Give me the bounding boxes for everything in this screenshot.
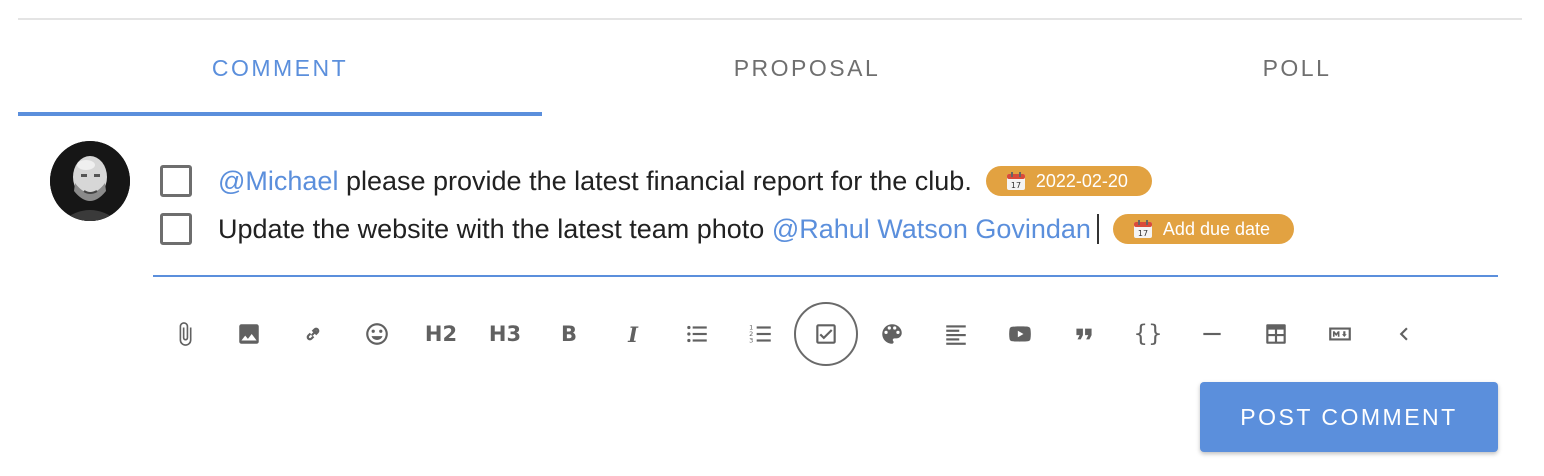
calendar-icon: 17 <box>1133 220 1152 238</box>
youtube-icon[interactable] <box>988 302 1052 366</box>
numbered-list-icon[interactable]: 123 <box>729 302 793 366</box>
calendar-icon: 17 <box>1006 172 1025 190</box>
code-block-button[interactable]: {} <box>1116 302 1180 366</box>
editor-underline <box>153 275 1498 277</box>
top-divider <box>18 18 1522 20</box>
heading3-label: H3 <box>488 322 522 346</box>
add-due-date-chip[interactable]: 17 Add due date <box>1112 214 1295 244</box>
task-item-1: @Michael please provide the latest finan… <box>160 161 1152 201</box>
active-tab-indicator <box>18 112 542 116</box>
tab-poll[interactable]: POLL <box>1072 22 1522 114</box>
link-icon[interactable] <box>281 302 345 366</box>
tab-bar: COMMENT PROPOSAL POLL <box>18 22 1522 118</box>
code-block-label: {} <box>1133 321 1163 347</box>
svg-text:3: 3 <box>749 337 753 345</box>
task-item-2: Update the website with the latest team … <box>160 209 1295 249</box>
tab-comment[interactable]: COMMENT <box>18 22 542 114</box>
color-palette-icon[interactable] <box>860 302 924 366</box>
add-due-date-label: Add due date <box>1162 218 1271 239</box>
svg-text:17: 17 <box>1138 229 1148 238</box>
text-cursor <box>1096 214 1099 244</box>
tab-proposal[interactable]: PROPOSAL <box>542 22 1072 114</box>
horizontal-rule-icon[interactable] <box>1180 302 1244 366</box>
heading2-label: H2 <box>424 322 458 346</box>
attach-icon[interactable] <box>153 302 217 366</box>
heading2-button[interactable]: H2 <box>409 302 473 366</box>
task-list-icon[interactable] <box>794 302 858 366</box>
due-date-chip[interactable]: 17 2022-02-20 <box>985 166 1152 196</box>
svg-text:17: 17 <box>1011 181 1021 190</box>
task-text-2: Update the website with the latest team … <box>218 213 772 244</box>
table-icon[interactable] <box>1244 302 1308 366</box>
post-comment-button[interactable]: POST COMMENT <box>1200 382 1498 452</box>
avatar <box>50 141 130 221</box>
collapse-icon[interactable] <box>1372 302 1436 366</box>
bold-button[interactable]: B <box>537 302 601 366</box>
emoji-icon[interactable] <box>345 302 409 366</box>
markdown-icon[interactable] <box>1308 302 1372 366</box>
task-text-1: please provide the latest financial repo… <box>338 165 972 196</box>
editor-toolbar: H2 H3 B I 123 {} <box>153 302 1443 366</box>
task-checkbox-2[interactable] <box>160 213 192 245</box>
quote-icon[interactable] <box>1052 302 1116 366</box>
image-icon[interactable] <box>217 302 281 366</box>
bold-label: B <box>560 322 577 346</box>
task-checkbox-1[interactable] <box>160 165 192 197</box>
italic-button[interactable]: I <box>601 302 665 366</box>
due-date-label: 2022-02-20 <box>1035 170 1128 191</box>
bullet-list-icon[interactable] <box>665 302 729 366</box>
align-icon[interactable] <box>924 302 988 366</box>
heading3-button[interactable]: H3 <box>473 302 537 366</box>
mention-michael[interactable]: @Michael <box>218 166 338 197</box>
mention-rahul[interactable]: @Rahul Watson Govindan <box>772 214 1091 245</box>
italic-label: I <box>628 321 638 347</box>
